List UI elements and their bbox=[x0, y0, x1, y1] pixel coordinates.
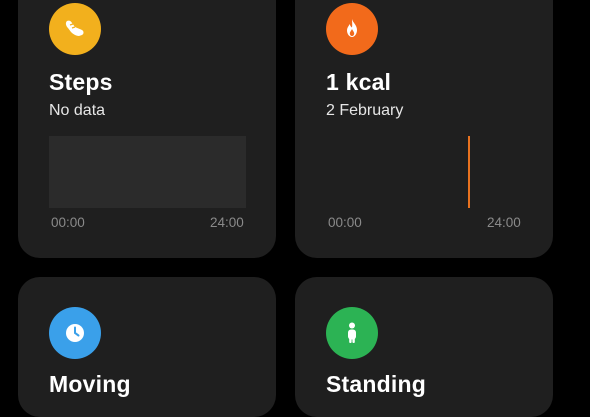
shoe-icon bbox=[49, 3, 101, 55]
steps-status: No data bbox=[49, 102, 106, 119]
calories-axis-start-label: 00:00 bbox=[328, 215, 362, 230]
steps-card[interactable]: Steps No data 00:00 24:00 bbox=[18, 0, 276, 258]
calories-card[interactable]: 1 kcal 2 February 00:00 24:00 bbox=[295, 0, 553, 258]
standing-title: Standing bbox=[326, 371, 426, 397]
standing-card[interactable]: Standing bbox=[295, 277, 553, 417]
calories-date: 2 February bbox=[326, 102, 404, 119]
moving-card[interactable]: Moving bbox=[18, 277, 276, 417]
moving-title: Moving bbox=[49, 371, 131, 397]
steps-axis-start-label: 00:00 bbox=[51, 215, 85, 230]
steps-chart-area bbox=[49, 136, 246, 208]
flame-icon bbox=[326, 3, 378, 55]
steps-title: Steps bbox=[49, 69, 113, 95]
clock-icon bbox=[49, 307, 101, 359]
steps-axis-end-label: 24:00 bbox=[210, 215, 244, 230]
calories-chart-area bbox=[326, 136, 523, 208]
calories-value: 1 kcal bbox=[326, 69, 392, 95]
calorie-activity-bar bbox=[467, 136, 470, 208]
calories-axis-end-label: 24:00 bbox=[487, 215, 521, 230]
standing-person-icon bbox=[326, 307, 378, 359]
